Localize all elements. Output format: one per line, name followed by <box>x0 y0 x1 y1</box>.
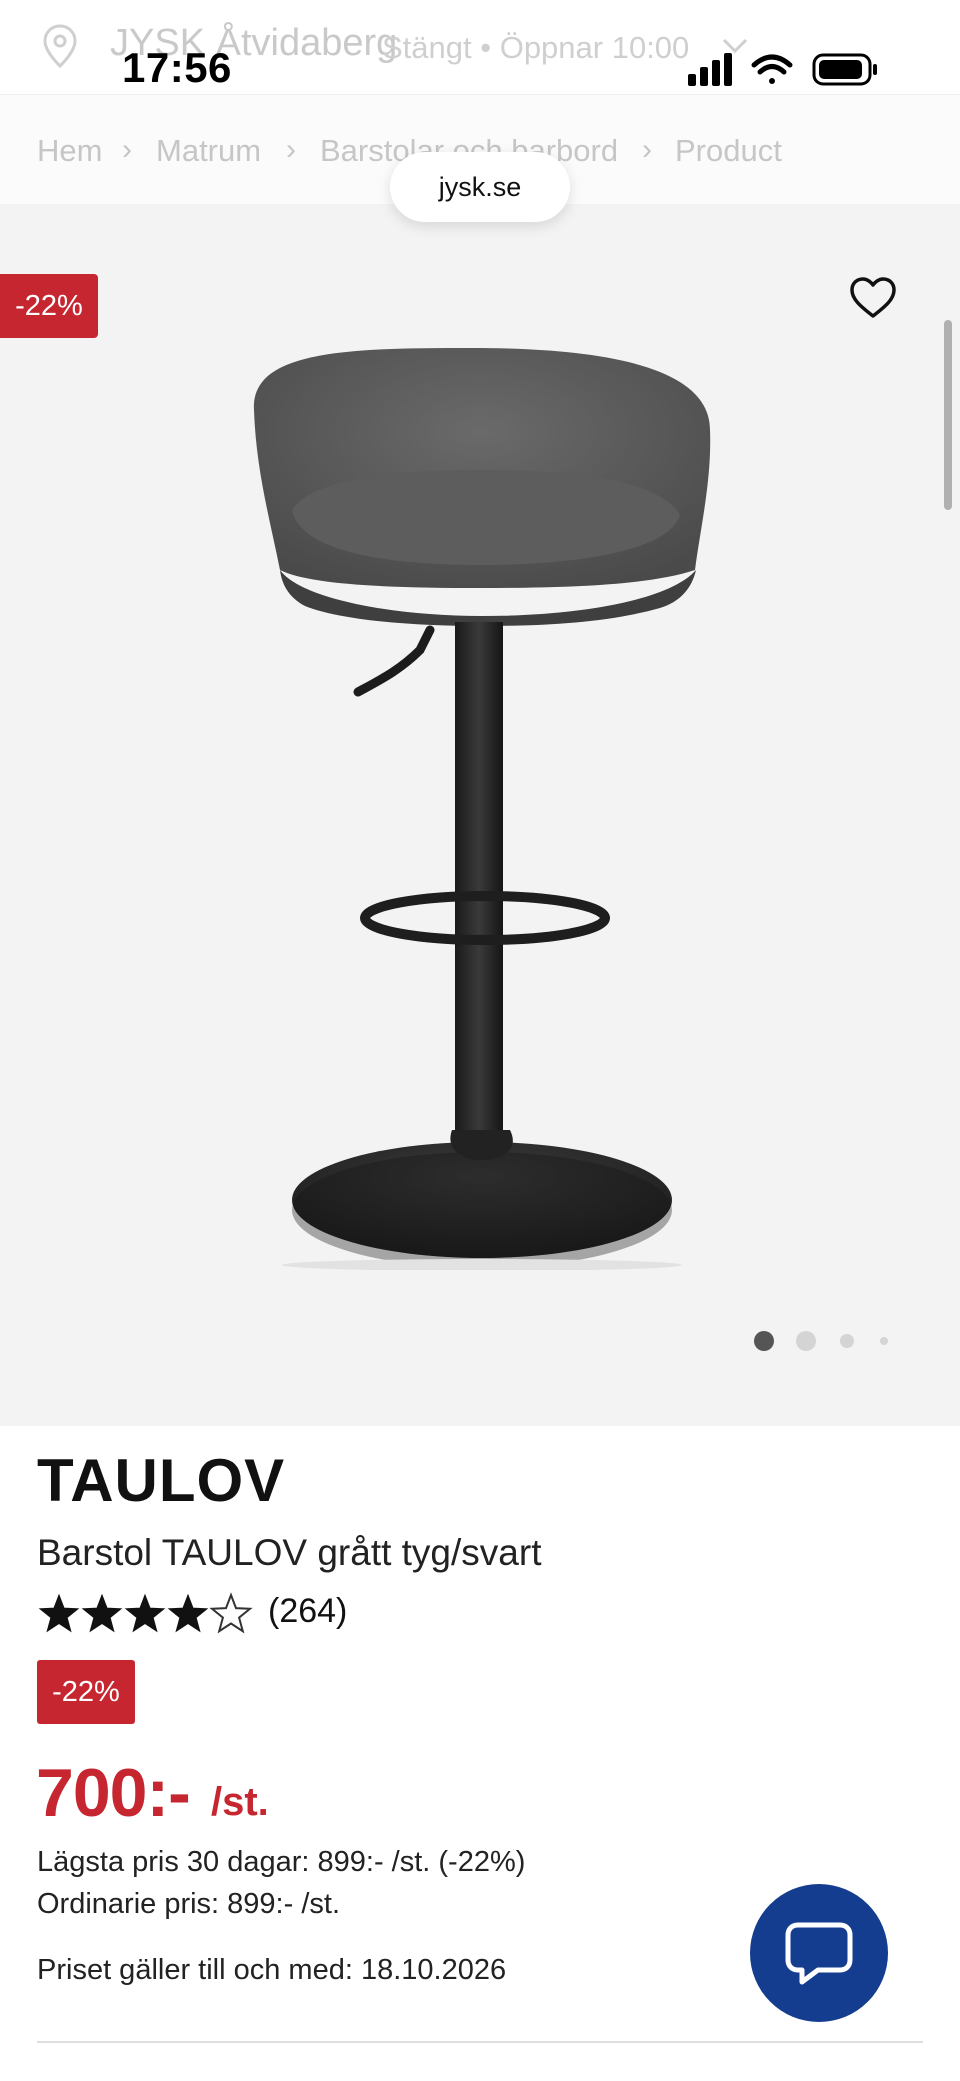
price-unit: /st. <box>211 1780 269 1824</box>
battery-icon <box>812 53 877 86</box>
star-filled-icon <box>124 1593 166 1633</box>
rating-stars[interactable] <box>37 1592 257 1636</box>
status-bar-icons <box>688 53 877 86</box>
gallery-dot[interactable] <box>840 1334 854 1348</box>
gallery-discount-badge: -22% <box>0 274 98 338</box>
store-opening-status: Stängt • Öppnar 10:00 <box>382 30 690 65</box>
product-description: Barstol TAULOV grått tyg/svart <box>37 1532 542 1573</box>
breadcrumb-separator: › <box>122 133 132 166</box>
chat-bubble-icon <box>785 1922 853 1985</box>
wifi-icon <box>751 54 793 84</box>
gallery-dot[interactable] <box>880 1337 888 1345</box>
star-filled-icon <box>38 1593 80 1633</box>
scrollbar-thumb[interactable] <box>944 320 952 510</box>
section-divider <box>37 2041 923 2043</box>
breadcrumb-separator: › <box>286 133 296 166</box>
review-count[interactable]: (264) <box>268 1592 347 1631</box>
star-filled-icon <box>167 1593 209 1633</box>
chat-button[interactable] <box>750 1884 888 2022</box>
breadcrumb-separator: › <box>642 133 652 166</box>
star-filled-icon <box>81 1593 123 1633</box>
breadcrumb-item-hem[interactable]: Hem <box>37 133 102 169</box>
product-price: 700:- <box>36 1755 191 1831</box>
location-pin-icon <box>43 24 77 68</box>
status-bar-time: 17:56 <box>122 44 232 91</box>
heart-outline-icon[interactable] <box>848 274 898 324</box>
gallery-pagination[interactable] <box>746 1326 896 1356</box>
breadcrumb-item-matrum[interactable]: Matrum <box>156 133 261 169</box>
star-outline-icon <box>209 1592 253 1634</box>
product-image-barstool[interactable] <box>230 330 730 1270</box>
lowest-price-30-days: Lägsta pris 30 dagar: 899:- /st. (-22%) <box>37 1846 526 1878</box>
breadcrumb-item-product: Product <box>675 133 782 168</box>
price-discount-badge: -22% <box>37 1660 135 1724</box>
gallery-dot[interactable] <box>796 1331 816 1351</box>
ordinary-price: Ordinarie pris: 899:- /st. <box>37 1888 340 1920</box>
product-brand-title: TAULOV <box>37 1447 286 1514</box>
cellular-signal-icon <box>688 53 732 86</box>
price-valid-until: Priset gäller till och med: 18.10.2026 <box>37 1954 507 1986</box>
browser-url-pill[interactable]: jysk.se <box>390 152 570 222</box>
gallery-dot-active[interactable] <box>754 1331 774 1351</box>
